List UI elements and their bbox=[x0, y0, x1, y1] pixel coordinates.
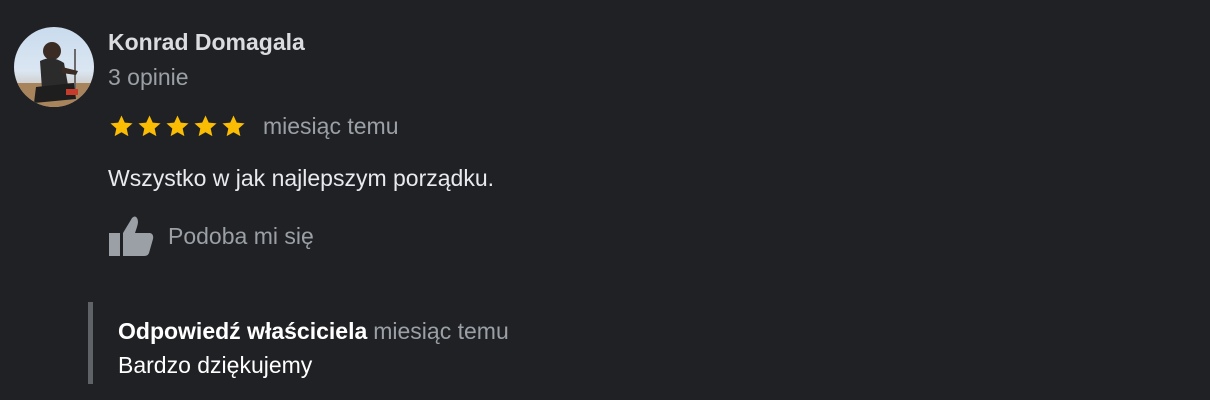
author-reviews-count: 3 opinie bbox=[108, 64, 189, 90]
owner-reply-title: Odpowiedź właściciela bbox=[118, 318, 368, 344]
owner-reply-text: Bardzo dziękujemy bbox=[118, 352, 313, 378]
avatar[interactable] bbox=[14, 27, 94, 107]
star-rating bbox=[108, 113, 247, 140]
rating-row: miesiąc temu bbox=[108, 112, 398, 140]
avatar-photo bbox=[14, 27, 94, 107]
owner-reply-date: miesiąc temu bbox=[373, 318, 509, 344]
owner-reply-header: Odpowiedź właściciela miesiąc temu bbox=[118, 318, 509, 345]
star-icon bbox=[192, 113, 219, 140]
review-text: Wszystko w jak najlepszym porządku. bbox=[108, 165, 495, 191]
review-date: miesiąc temu bbox=[263, 112, 399, 139]
review-card: Konrad Domagala 3 opinie miesiąc temu Ws… bbox=[0, 0, 1210, 400]
star-icon bbox=[164, 113, 191, 140]
like-button[interactable]: Podoba mi się bbox=[108, 215, 314, 257]
star-icon bbox=[220, 113, 247, 140]
author-name[interactable]: Konrad Domagala bbox=[108, 29, 305, 56]
star-icon bbox=[136, 113, 163, 140]
like-label: Podoba mi się bbox=[168, 222, 314, 249]
thumbs-up-icon bbox=[108, 215, 154, 257]
owner-reply: Odpowiedź właściciela miesiąc temu Bardzo… bbox=[88, 302, 793, 384]
star-icon bbox=[108, 113, 135, 140]
